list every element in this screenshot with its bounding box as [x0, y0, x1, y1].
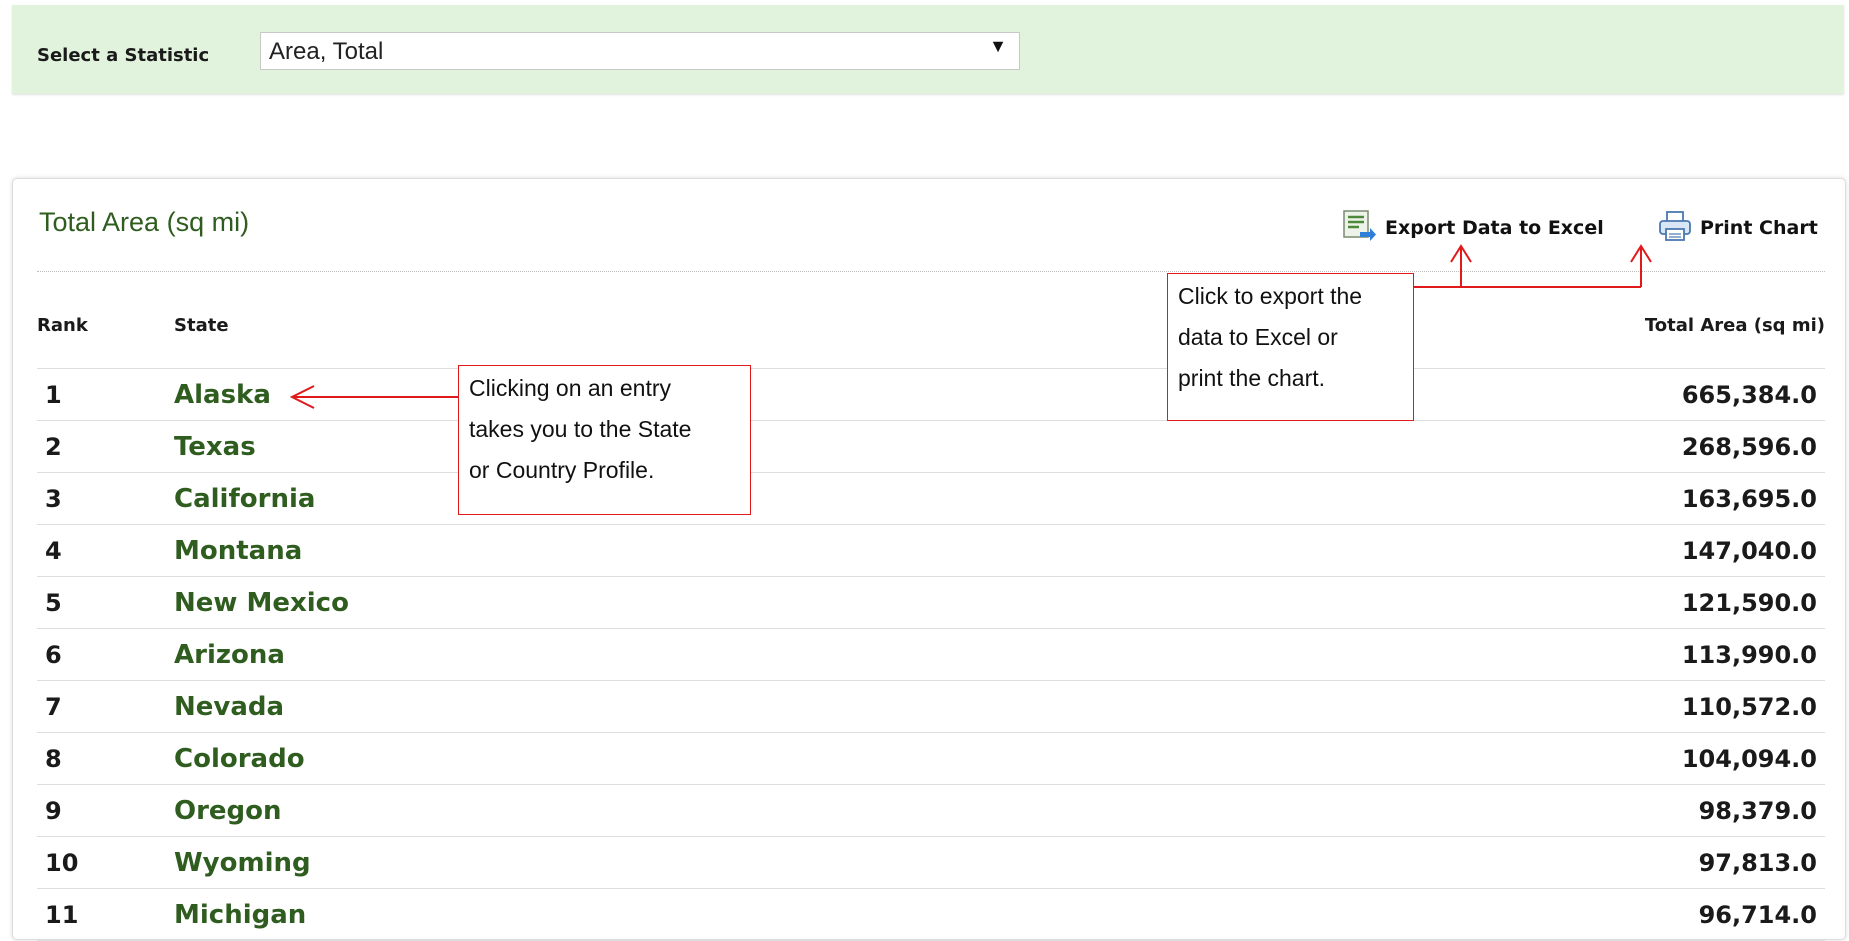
statistic-select-value: Area, Total [269, 38, 384, 65]
row-rank: 3 [45, 485, 62, 513]
state-link[interactable]: Colorado [174, 744, 305, 774]
select-statistic-label: Select a Statistic [37, 45, 210, 66]
callout-line: or Country Profile. [469, 457, 655, 483]
row-total: 104,094.0 [1681, 745, 1817, 773]
row-total: 665,384.0 [1681, 381, 1817, 409]
state-link[interactable]: Wyoming [174, 848, 311, 878]
entry-callout: Clicking on an entry takes you to the St… [458, 365, 751, 515]
print-chart-label: Print Chart [1700, 217, 1818, 239]
title-divider [37, 271, 1825, 272]
ranking-panel: Total Area (sq mi) Export Data to Excel … [12, 178, 1846, 941]
state-link[interactable]: Michigan [174, 900, 306, 930]
ranking-table: 1 Alaska 665,384.0 2 Texas 268,596.0 3 C… [37, 369, 1825, 941]
row-rank: 10 [45, 849, 79, 877]
callout-line: data to Excel or [1178, 324, 1338, 350]
export-callout: Click to export the data to Excel or pri… [1167, 273, 1414, 421]
row-total: 163,695.0 [1681, 485, 1817, 513]
excel-export-icon [1343, 209, 1377, 247]
export-excel-label: Export Data to Excel [1385, 217, 1604, 239]
state-link[interactable]: Arizona [174, 640, 285, 670]
panel-title: Total Area (sq mi) [39, 207, 250, 237]
table-row[interactable]: 4 Montana 147,040.0 [37, 525, 1825, 577]
chevron-down-icon: ▼ [989, 36, 1007, 56]
callout-line: print the chart. [1178, 365, 1326, 391]
export-excel-button[interactable]: Export Data to Excel [1343, 209, 1604, 243]
state-link[interactable]: Alaska [174, 380, 271, 410]
row-total: 113,990.0 [1681, 641, 1817, 669]
row-rank: 11 [45, 901, 79, 929]
table-row[interactable]: 3 California 163,695.0 [37, 473, 1825, 525]
row-total: 121,590.0 [1681, 589, 1817, 617]
row-rank: 6 [45, 641, 62, 669]
state-link[interactable]: New Mexico [174, 588, 349, 618]
state-link[interactable]: Oregon [174, 796, 282, 826]
row-total: 147,040.0 [1681, 537, 1817, 565]
table-row[interactable]: 1 Alaska 665,384.0 [37, 369, 1825, 421]
callout-line: takes you to the State [469, 416, 692, 442]
table-row[interactable]: 6 Arizona 113,990.0 [37, 629, 1825, 681]
column-header-rank: Rank [37, 315, 88, 336]
row-total: 268,596.0 [1681, 433, 1817, 461]
row-rank: 1 [45, 381, 62, 409]
printer-icon [1658, 210, 1692, 247]
callout-line: Clicking on an entry [469, 375, 671, 401]
state-link[interactable]: Texas [174, 432, 256, 462]
table-row[interactable]: 5 New Mexico 121,590.0 [37, 577, 1825, 629]
column-header-total-area: Total Area (sq mi) [1644, 315, 1825, 336]
print-chart-button[interactable]: Print Chart [1658, 210, 1818, 243]
state-link[interactable]: Nevada [174, 692, 284, 722]
row-total: 98,379.0 [1698, 797, 1817, 825]
row-rank: 7 [45, 693, 62, 721]
row-total: 96,714.0 [1698, 901, 1817, 929]
row-total: 97,813.0 [1698, 849, 1817, 877]
row-total: 110,572.0 [1681, 693, 1817, 721]
callout-line: Click to export the [1178, 283, 1363, 309]
column-header-state: State [174, 315, 229, 336]
row-rank: 9 [45, 797, 62, 825]
row-rank: 5 [45, 589, 62, 617]
table-row[interactable]: 8 Colorado 104,094.0 [37, 733, 1825, 785]
table-row[interactable]: 7 Nevada 110,572.0 [37, 681, 1825, 733]
statistic-filter-bar: Select a Statistic Area, Total ▼ [12, 5, 1844, 94]
table-row[interactable]: 11 Michigan 96,714.0 [37, 889, 1825, 941]
table-row[interactable]: 9 Oregon 98,379.0 [37, 785, 1825, 837]
state-link[interactable]: California [174, 484, 315, 514]
table-row[interactable]: 10 Wyoming 97,813.0 [37, 837, 1825, 889]
row-rank: 2 [45, 433, 62, 461]
state-link[interactable]: Montana [174, 536, 302, 566]
row-rank: 8 [45, 745, 62, 773]
row-rank: 4 [45, 537, 62, 565]
table-row[interactable]: 2 Texas 268,596.0 [37, 421, 1825, 473]
statistic-select[interactable]: Area, Total ▼ [260, 32, 1020, 70]
